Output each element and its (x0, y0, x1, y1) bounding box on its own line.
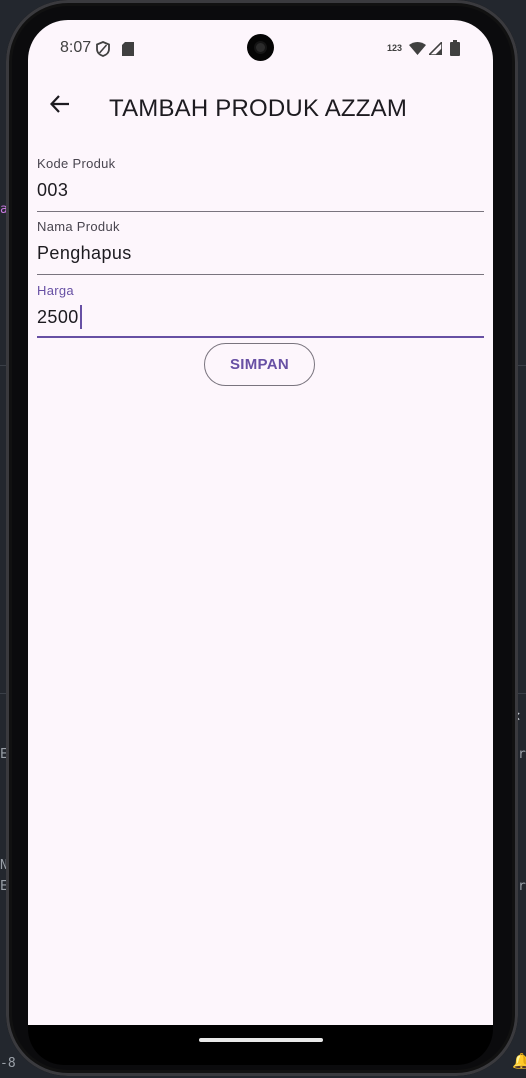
network-label: 123 (387, 43, 403, 53)
nama-produk-underline (37, 274, 484, 275)
harga-field[interactable]: Harga (37, 283, 484, 339)
back-button[interactable] (42, 88, 78, 124)
nama-produk-label: Nama Produk (37, 219, 120, 234)
status-time: 8:07 (60, 39, 92, 56)
harga-label: Harga (37, 283, 74, 298)
gesture-bar (28, 1025, 493, 1065)
kode-produk-underline (37, 211, 484, 212)
signal-icon (427, 40, 443, 60)
save-button[interactable]: SIMPAN (204, 343, 315, 386)
sd-card-icon (122, 42, 134, 61)
app-screen: 8:07 123 TAMBAH PRODUK AZZAM Kode Produk (28, 20, 493, 1025)
notification-bell-icon[interactable]: 🔔 (512, 1052, 526, 1070)
battery-icon (450, 40, 460, 61)
home-indicator[interactable] (199, 1038, 323, 1042)
nama-produk-field[interactable]: Nama Produk (37, 219, 484, 275)
wifi-icon (409, 42, 426, 60)
arrow-back-icon (49, 94, 70, 118)
ide-text-fragment: r (518, 747, 526, 762)
nama-produk-input[interactable] (37, 241, 484, 265)
front-camera (247, 34, 274, 61)
kode-produk-field[interactable]: Kode Produk (37, 156, 484, 212)
ide-text-fragment: r (518, 879, 526, 894)
ide-text-fragment: -8 (0, 1056, 16, 1071)
kode-produk-input[interactable] (37, 178, 484, 202)
shield-icon (96, 41, 110, 62)
page-title: TAMBAH PRODUK AZZAM (109, 95, 408, 122)
harga-input[interactable] (37, 305, 484, 329)
kode-produk-label: Kode Produk (37, 156, 116, 171)
app-bar: TAMBAH PRODUK AZZAM (28, 76, 493, 140)
status-bar: 8:07 123 (28, 20, 493, 76)
text-cursor (80, 305, 82, 329)
harga-underline (37, 336, 484, 338)
